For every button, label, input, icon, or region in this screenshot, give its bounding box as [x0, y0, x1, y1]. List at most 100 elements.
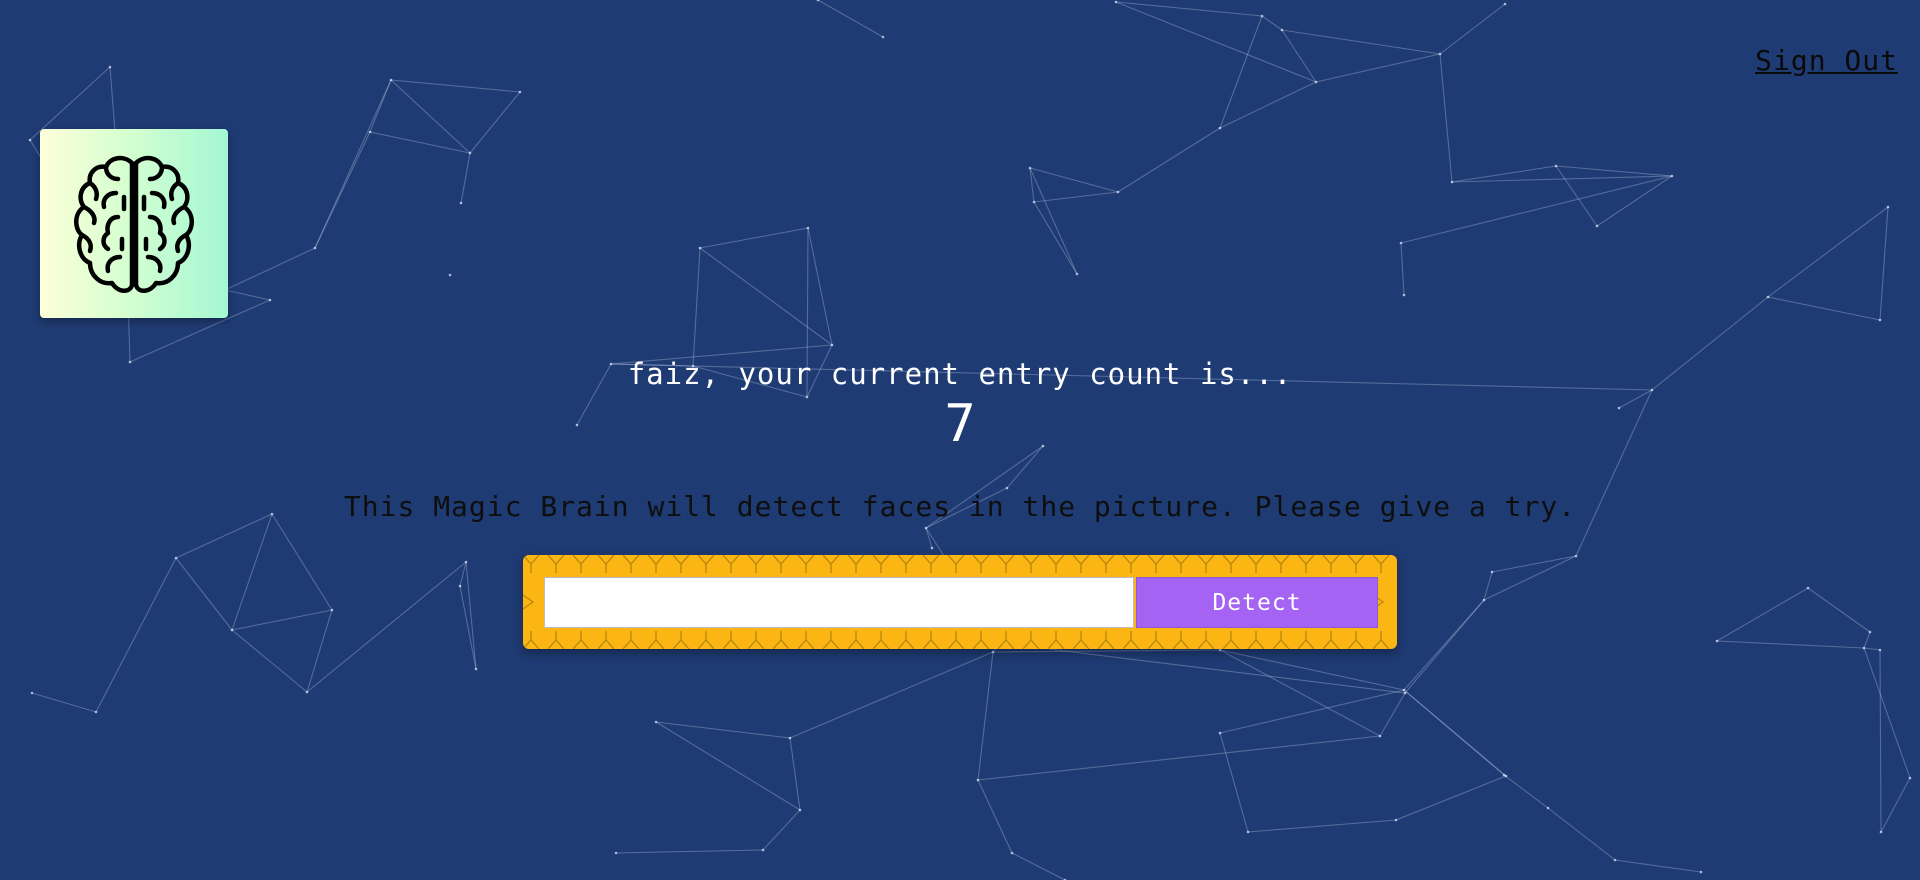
detect-button[interactable]: Detect: [1136, 577, 1378, 628]
particle-dot: [761, 848, 765, 852]
particle-link: [1403, 689, 1507, 777]
particle-dot: [1670, 174, 1674, 178]
particle-dot: [1010, 851, 1014, 855]
particle-link: [460, 152, 471, 204]
particle-dot: [1613, 858, 1617, 862]
particle-dot: [1503, 2, 1507, 6]
particle-link: [231, 629, 308, 693]
sign-out-link[interactable]: Sign Out: [1755, 44, 1898, 77]
particle-link: [1261, 15, 1283, 31]
particle-dot: [1886, 205, 1890, 209]
particle-link: [1880, 777, 1911, 833]
logo-card[interactable]: [40, 129, 228, 318]
particle-link: [459, 561, 467, 587]
particle-link: [1555, 165, 1673, 177]
entry-count-value: 7: [944, 394, 976, 454]
particle-dot: [1715, 639, 1719, 643]
particle-link: [817, 0, 884, 38]
app-root: Sign Out faiz, your current entry count …: [0, 0, 1920, 880]
particle-link: [1863, 631, 1871, 649]
particle-dot: [1868, 630, 1872, 634]
particle-link: [977, 735, 1381, 781]
particle-link: [314, 79, 392, 249]
particle-link: [306, 561, 467, 693]
particle-link: [1716, 640, 1865, 649]
particle-link: [1395, 775, 1507, 821]
particle-dot: [1399, 241, 1403, 245]
intro-text: This Magic Brain will detect faces in th…: [343, 490, 1577, 523]
particle-dot: [830, 343, 834, 347]
particle-link: [1029, 167, 1119, 193]
particle-dot: [1438, 52, 1442, 56]
particle-dot: [94, 710, 98, 714]
particle-link: [369, 79, 392, 133]
particle-link: [699, 227, 809, 249]
top-navigation: Sign Out: [1755, 44, 1898, 77]
particle-dot: [459, 201, 463, 205]
particle-dot: [1862, 646, 1866, 650]
particle-link: [1879, 206, 1889, 321]
particle-link: [925, 527, 933, 549]
particle-link: [1555, 165, 1598, 227]
particle-link: [1379, 692, 1406, 737]
particle-dot: [1546, 806, 1550, 810]
particle-dot: [268, 298, 272, 302]
particle-link: [1503, 774, 1549, 809]
particle-dot: [654, 720, 658, 724]
particle-link: [459, 585, 477, 670]
particle-dot: [1075, 272, 1079, 276]
particle-link: [1483, 555, 1577, 601]
particle-dot: [1114, 0, 1118, 4]
particle-dot: [1378, 734, 1382, 738]
particle-link: [1315, 53, 1441, 83]
particle-dot: [1699, 870, 1703, 874]
particle-link: [1219, 732, 1249, 833]
particle-link: [999, 642, 1406, 694]
particle-dot: [798, 808, 802, 812]
particle-dot: [1402, 688, 1406, 692]
particle-dot: [1878, 318, 1882, 322]
particle-link: [1033, 191, 1119, 203]
particle-link: [1400, 242, 1405, 296]
particle-dot: [1504, 774, 1508, 778]
particle-dot: [1028, 166, 1032, 170]
particle-link: [1029, 167, 1035, 203]
particle-link: [31, 692, 97, 713]
particle-dot: [976, 778, 980, 782]
particle-dot: [1314, 80, 1318, 84]
particle-link: [1219, 649, 1381, 737]
particle-link: [1115, 1, 1263, 17]
particle-dot: [816, 0, 820, 2]
particle-dot: [1032, 200, 1036, 204]
particle-dot: [174, 556, 178, 560]
particle-link: [1767, 296, 1881, 321]
particle-dot: [464, 560, 468, 564]
particle-link: [1281, 29, 1441, 55]
particle-dot: [389, 78, 393, 82]
particle-link: [1404, 599, 1485, 694]
particle-link: [95, 557, 177, 713]
particle-dot: [368, 130, 372, 134]
particle-link: [224, 289, 271, 301]
particle-link: [1483, 571, 1493, 601]
particle-dot: [1908, 776, 1912, 780]
particle-dot: [614, 851, 618, 855]
particle-dot: [1005, 486, 1009, 490]
image-url-input[interactable]: [544, 577, 1134, 628]
particle-dot: [1574, 554, 1578, 558]
particle-link: [789, 737, 801, 811]
particle-dot: [1218, 731, 1222, 735]
particle-dot: [1280, 28, 1284, 32]
particle-link: [231, 609, 333, 631]
particle-dot: [1394, 818, 1398, 822]
particle-link: [314, 131, 371, 249]
particle-dot: [1260, 14, 1264, 18]
particle-dot: [468, 151, 472, 155]
particle-dot: [474, 667, 478, 671]
entry-count-message: faiz, your current entry count is...: [627, 357, 1293, 391]
particle-dot: [698, 246, 702, 250]
particle-link: [1807, 587, 1871, 633]
particle-link: [1219, 15, 1263, 129]
particle-link: [977, 651, 994, 781]
particle-link: [1219, 689, 1405, 734]
